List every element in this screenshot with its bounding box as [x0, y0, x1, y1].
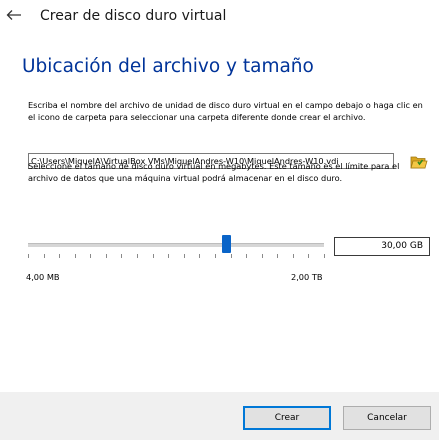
- back-button[interactable]: [4, 6, 24, 24]
- slider-tick: [184, 254, 185, 258]
- slider-tick: [106, 254, 107, 258]
- slider-tick: [59, 254, 60, 258]
- slider-tick: [90, 254, 91, 258]
- slider-tick: [121, 254, 122, 258]
- slider-tick: [153, 254, 154, 258]
- slider-tick: [215, 254, 216, 258]
- slider-tick: [168, 254, 169, 258]
- slider-min-label: 4,00 MB: [26, 272, 60, 282]
- slider-tick: [28, 254, 29, 258]
- slider-groove: [28, 243, 324, 247]
- slider-tick: [293, 254, 294, 258]
- slider-tick: [75, 254, 76, 258]
- disk-size-slider[interactable]: [28, 232, 325, 262]
- slider-thumb[interactable]: [221, 235, 231, 253]
- cancel-button[interactable]: Cancelar: [343, 406, 431, 430]
- create-button[interactable]: Crear: [243, 406, 331, 430]
- slider-tick: [137, 254, 138, 258]
- size-description: Seleccione el tamaño de disco duro virtu…: [28, 161, 400, 184]
- disk-size-input[interactable]: 30,00 GB: [334, 237, 430, 256]
- arrow-left-icon: [6, 10, 21, 20]
- slider-tick: [199, 254, 200, 258]
- slider-tick: [277, 254, 278, 258]
- slider-tick: [308, 254, 309, 258]
- slider-tick: [44, 254, 45, 258]
- page-heading: Ubicación del archivo y tamaño: [22, 56, 314, 77]
- title-bar: Crear de disco duro virtual: [0, 0, 439, 32]
- window-title: Crear de disco duro virtual: [40, 8, 227, 24]
- slider-tick: [262, 254, 263, 258]
- create-virtual-hard-disk-dialog: Crear de disco duro virtual Ubicación de…: [0, 0, 439, 440]
- slider-max-label: 2,00 TB: [291, 272, 323, 282]
- slider-tick: [324, 254, 325, 258]
- slider-tick: [231, 254, 232, 258]
- location-description: Escriba el nombre del archivo de unidad …: [28, 100, 423, 123]
- slider-tick: [246, 254, 247, 258]
